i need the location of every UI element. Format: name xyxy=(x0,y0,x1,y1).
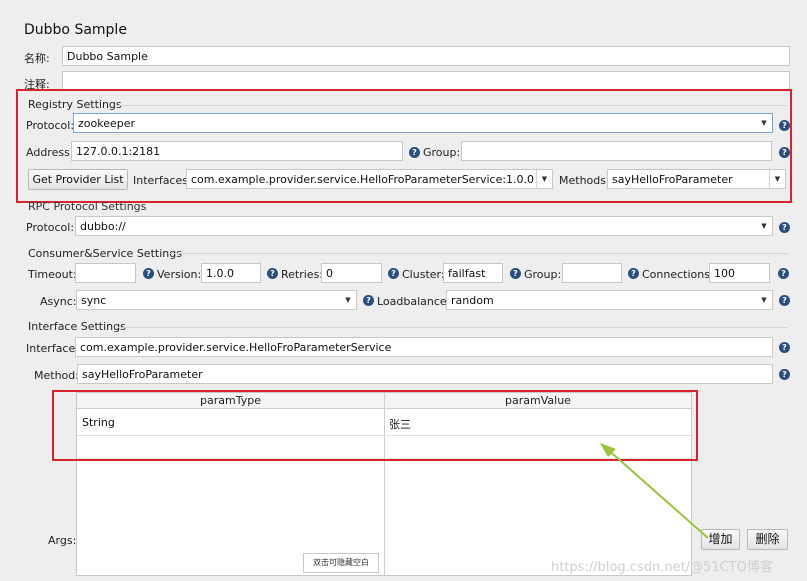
version-label: Version: xyxy=(157,268,202,281)
chevron-down-icon[interactable]: ▼ xyxy=(340,291,356,309)
interface-section-line xyxy=(116,327,788,328)
registry-address-field[interactable]: 127.0.0.1:2181 xyxy=(71,141,403,161)
name-field[interactable]: Dubbo Sample xyxy=(62,46,790,66)
name-label: 名称: xyxy=(24,52,50,65)
method-field[interactable]: sayHelloFroParameter xyxy=(77,364,773,384)
registry-section-line xyxy=(116,105,788,106)
help-icon[interactable]: ? xyxy=(779,342,790,353)
rpc-section-title: RPC Protocol Settings xyxy=(28,200,147,213)
page-title: Dubbo Sample xyxy=(24,22,127,38)
timeout-label: Timeout: xyxy=(28,268,77,281)
help-icon[interactable]: ? xyxy=(510,268,521,279)
help-icon[interactable]: ? xyxy=(628,268,639,279)
consumer-group-field[interactable] xyxy=(562,263,622,283)
connections-field[interactable]: 100 xyxy=(709,263,770,283)
chevron-down-icon[interactable]: ▼ xyxy=(769,170,785,188)
method-label: Method: xyxy=(34,369,79,382)
registry-protocol-value: zookeeper xyxy=(78,117,136,130)
registry-protocol-label: Protocol: xyxy=(26,119,75,132)
help-icon[interactable]: ? xyxy=(779,120,790,131)
hint-tooltip: 双击可隐藏空白 xyxy=(303,553,379,573)
chevron-down-icon[interactable]: ▼ xyxy=(756,291,772,309)
loadbalance-value: random xyxy=(451,294,494,307)
chevron-down-icon[interactable]: ▼ xyxy=(756,114,772,132)
cluster-label: Cluster: xyxy=(402,268,445,281)
registry-address-label: Address: xyxy=(26,146,74,159)
registry-methods-label: Methods: xyxy=(559,174,610,187)
interface-label: Interface: xyxy=(26,342,79,355)
registry-protocol-select[interactable]: zookeeper ▼ xyxy=(73,113,773,133)
help-icon[interactable]: ? xyxy=(388,268,399,279)
help-icon[interactable]: ? xyxy=(409,147,420,158)
registry-group-label: Group: xyxy=(423,146,461,159)
registry-interfaces-select[interactable]: com.example.provider.service.HelloFroPar… xyxy=(186,169,553,189)
rpc-protocol-value: dubbo:// xyxy=(80,220,126,233)
loadbalance-label: Loadbalance: xyxy=(377,295,451,308)
async-select[interactable]: sync ▼ xyxy=(76,290,357,310)
loadbalance-select[interactable]: random ▼ xyxy=(446,290,773,310)
cluster-field[interactable]: failfast xyxy=(443,263,503,283)
registry-interfaces-label: Interfaces: xyxy=(133,174,192,187)
registry-interfaces-value: com.example.provider.service.HelloFroPar… xyxy=(191,173,535,186)
consumer-section-line xyxy=(168,253,788,254)
watermark: https://blog.csdn.net/@51CTO博客 xyxy=(551,560,773,575)
help-icon[interactable]: ? xyxy=(267,268,278,279)
help-icon[interactable]: ? xyxy=(779,295,790,306)
async-value: sync xyxy=(81,294,107,307)
timeout-field[interactable] xyxy=(75,263,136,283)
chevron-down-icon[interactable]: ▼ xyxy=(536,170,552,188)
comment-field[interactable] xyxy=(62,71,790,91)
registry-section-title: Registry Settings xyxy=(28,98,122,111)
interface-field[interactable]: com.example.provider.service.HelloFroPar… xyxy=(75,337,773,357)
registry-methods-value: sayHelloFroParameter xyxy=(612,173,733,186)
help-icon[interactable]: ? xyxy=(778,268,789,279)
registry-methods-select[interactable]: sayHelloFroParameter ▼ xyxy=(607,169,786,189)
help-icon[interactable]: ? xyxy=(779,222,790,233)
consumer-group-label: Group: xyxy=(524,268,562,281)
version-field[interactable]: 1.0.0 xyxy=(201,263,261,283)
rpc-protocol-select[interactable]: dubbo:// ▼ xyxy=(75,216,773,236)
help-icon[interactable]: ? xyxy=(779,147,790,158)
get-provider-list-button[interactable]: Get Provider List xyxy=(28,169,128,190)
interface-section-title: Interface Settings xyxy=(28,320,126,333)
rpc-protocol-label: Protocol: xyxy=(26,221,75,234)
consumer-section-title: Consumer&Service Settings xyxy=(28,247,182,260)
args-label: Args: xyxy=(48,534,77,547)
help-icon[interactable]: ? xyxy=(363,295,374,306)
annotation-arrow-icon xyxy=(600,443,709,539)
async-label: Async: xyxy=(40,295,77,308)
help-icon[interactable]: ? xyxy=(779,369,790,380)
connections-label: Connections: xyxy=(642,268,714,281)
registry-group-field[interactable] xyxy=(461,141,772,161)
delete-button[interactable]: 删除 xyxy=(747,529,788,550)
chevron-down-icon[interactable]: ▼ xyxy=(756,217,772,235)
retries-field[interactable]: 0 xyxy=(321,263,382,283)
retries-label: Retries: xyxy=(281,268,324,281)
help-icon[interactable]: ? xyxy=(143,268,154,279)
